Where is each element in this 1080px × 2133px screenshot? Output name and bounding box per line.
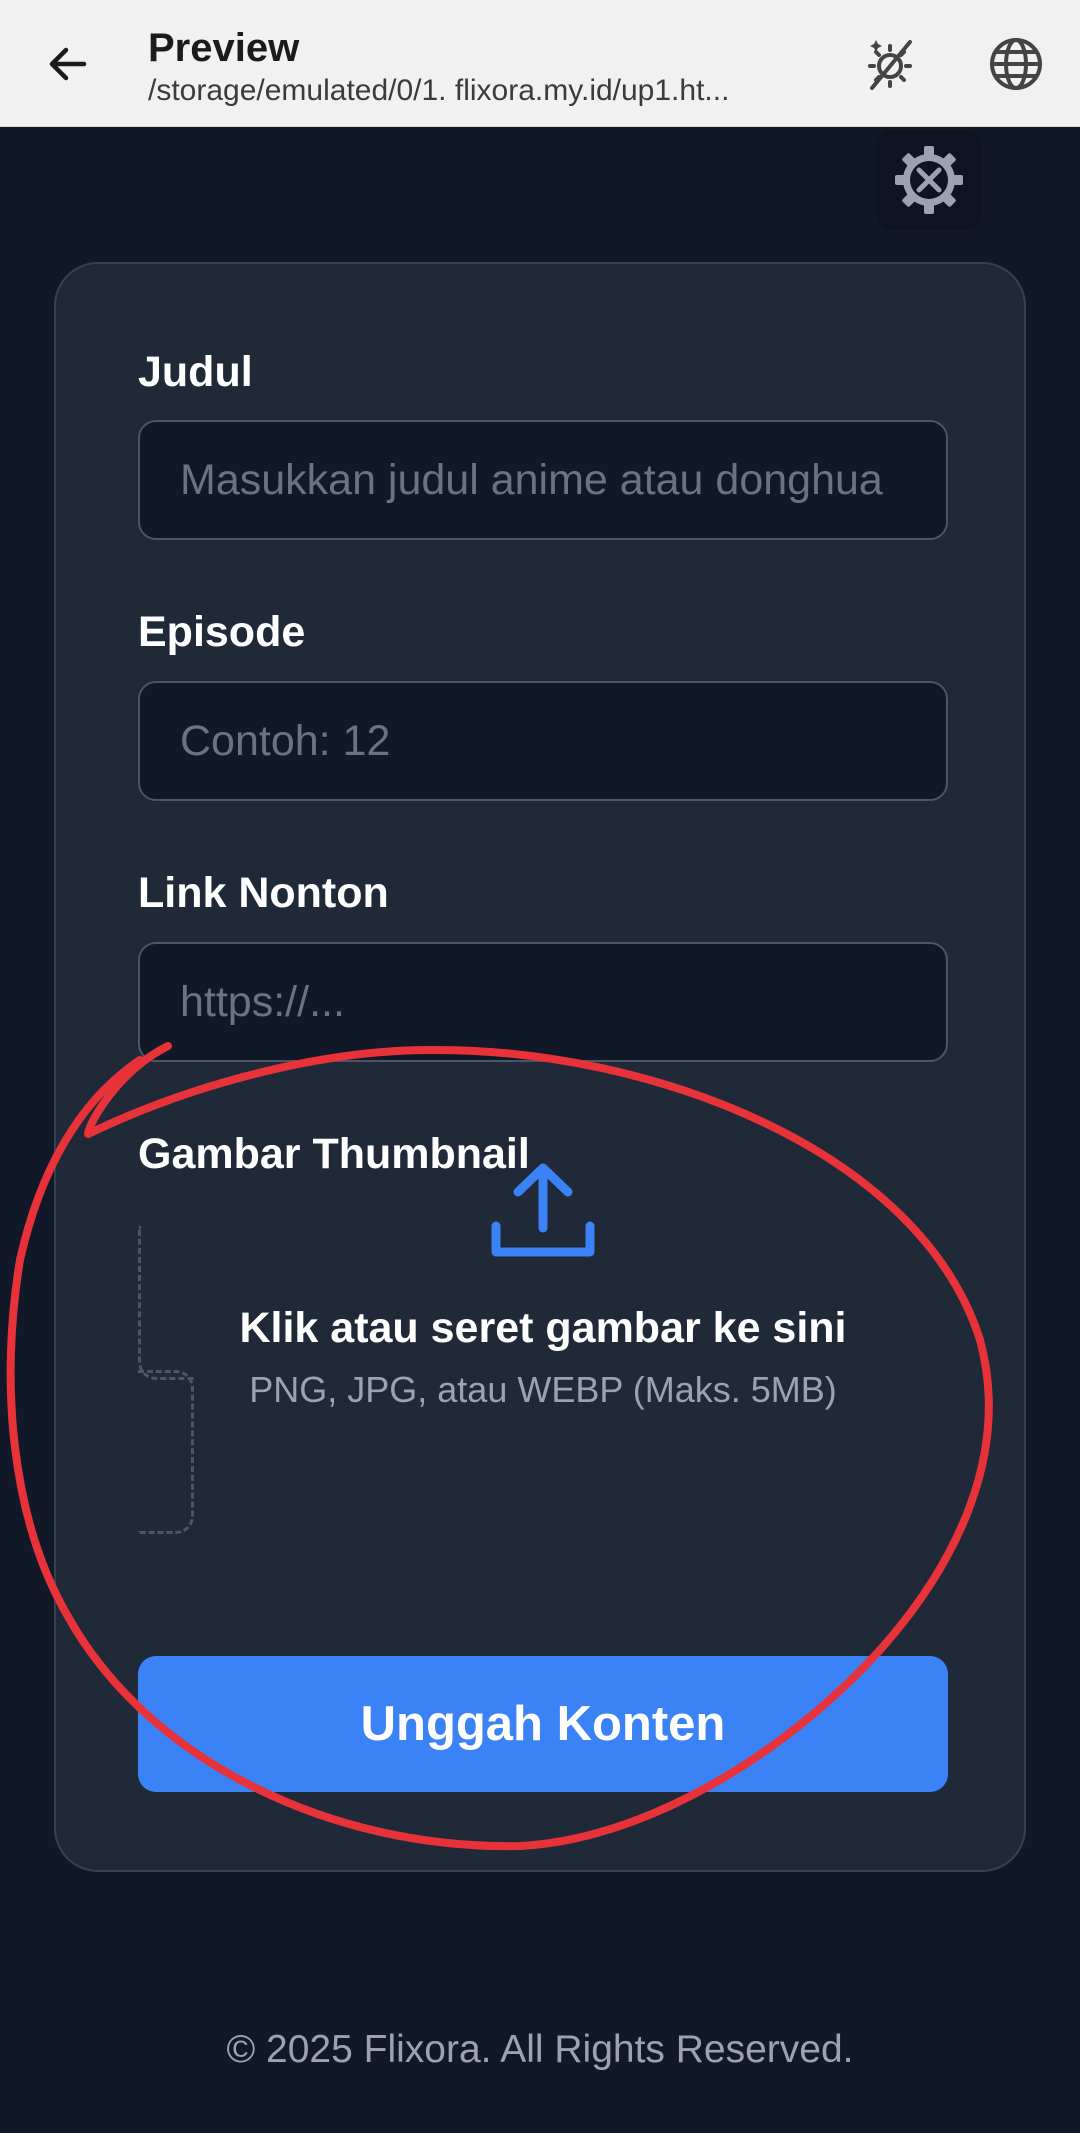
- dark-mode-icon[interactable]: [856, 30, 924, 98]
- back-arrow-icon[interactable]: [40, 36, 96, 92]
- app-bar-titles: Preview /storage/emulated/0/1. flixora.m…: [148, 24, 808, 110]
- settings-button[interactable]: [876, 130, 982, 230]
- link-field[interactable]: [138, 942, 948, 1062]
- dropzone-title: Klik atau seret gambar ke sini: [239, 1304, 847, 1352]
- episode-label: Episode: [138, 608, 306, 656]
- globe-icon[interactable]: [982, 30, 1050, 98]
- app-bar-title: Preview: [148, 26, 300, 70]
- judul-input[interactable]: [180, 455, 946, 505]
- footer-copyright: © 2025 Flixora. All Rights Reserved.: [226, 2028, 854, 2071]
- episode-field[interactable]: [138, 681, 948, 801]
- app-bar-subtitle: /storage/emulated/0/1. flixora.my.id/up1…: [148, 74, 730, 107]
- upload-form-card: Judul Episode Link Nonton Gambar Thumbna…: [54, 262, 1026, 1872]
- settings-gear-icon: [895, 146, 963, 214]
- judul-label: Judul: [138, 348, 253, 396]
- app-bar: Preview /storage/emulated/0/1. flixora.m…: [0, 0, 1080, 127]
- link-input[interactable]: [180, 977, 946, 1027]
- episode-input[interactable]: [180, 716, 946, 766]
- thumbnail-dropzone[interactable]: Klik atau seret gambar ke sini PNG, JPG,…: [138, 1156, 948, 1620]
- judul-field[interactable]: [138, 420, 948, 540]
- upload-submit-button[interactable]: Unggah Konten: [138, 1656, 948, 1792]
- upload-icon: [491, 1163, 595, 1257]
- dropzone-hint: PNG, JPG, atau WEBP (Maks. 5MB): [249, 1369, 837, 1410]
- link-label: Link Nonton: [138, 869, 389, 917]
